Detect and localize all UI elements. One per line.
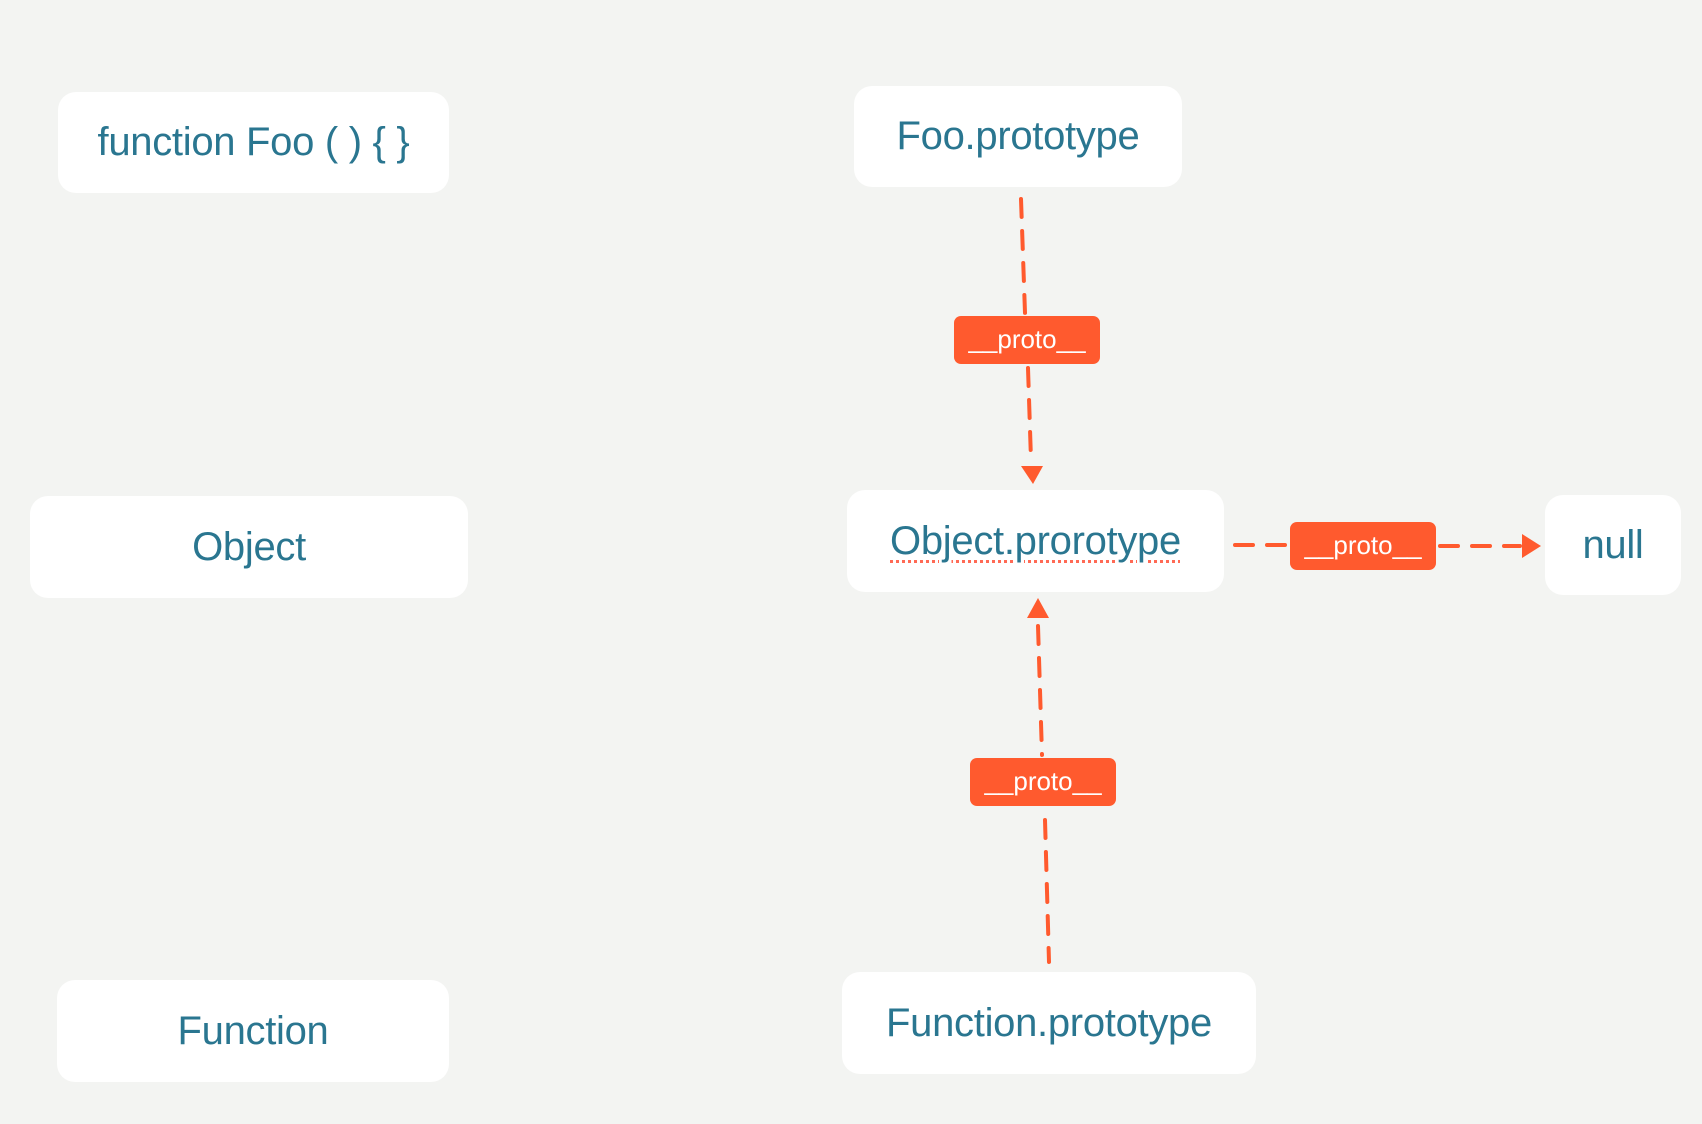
node-function-prototype-label: Function.prototype [886,1000,1212,1045]
edge-function-prototype-to-object-prototype-lower [1043,818,1051,964]
node-null: null [1545,495,1681,595]
node-foo-prototype-label: Foo.prototype [896,114,1140,158]
node-object-label: Object [192,524,306,569]
edge-label-object-to-null: __proto__ [1290,522,1436,570]
node-function-prototype: Function.prototype [842,972,1256,1074]
node-object-prototype: Object.prorotype [847,490,1224,592]
node-function: Function [57,980,449,1082]
arrowhead-right-icon [1522,534,1541,558]
node-foo-function-label: function Foo ( ) { } [97,120,410,164]
edge-label-function-to-object: __proto__ [970,758,1116,806]
node-foo-prototype: Foo.prototype [854,86,1182,187]
node-object: Object [30,496,468,598]
edge-label-text: __proto__ [1304,529,1422,560]
edge-label-text: __proto__ [984,765,1102,796]
edge-foo-prototype-to-object-prototype-lower [1026,366,1033,462]
node-function-label: Function [177,1008,329,1053]
arrowhead-up-icon [1027,598,1049,618]
edge-foo-prototype-to-object-prototype-upper [1019,197,1027,315]
node-object-prototype-label: Object.prorotype [890,518,1181,563]
arrowhead-down-icon [1021,466,1043,484]
node-foo-function: function Foo ( ) { } [58,92,449,193]
edge-function-prototype-to-object-prototype-upper [1036,624,1044,757]
edge-label-text: __proto__ [968,323,1086,354]
edge-label-foo-to-object: __proto__ [954,316,1100,364]
node-null-label: null [1582,522,1644,567]
